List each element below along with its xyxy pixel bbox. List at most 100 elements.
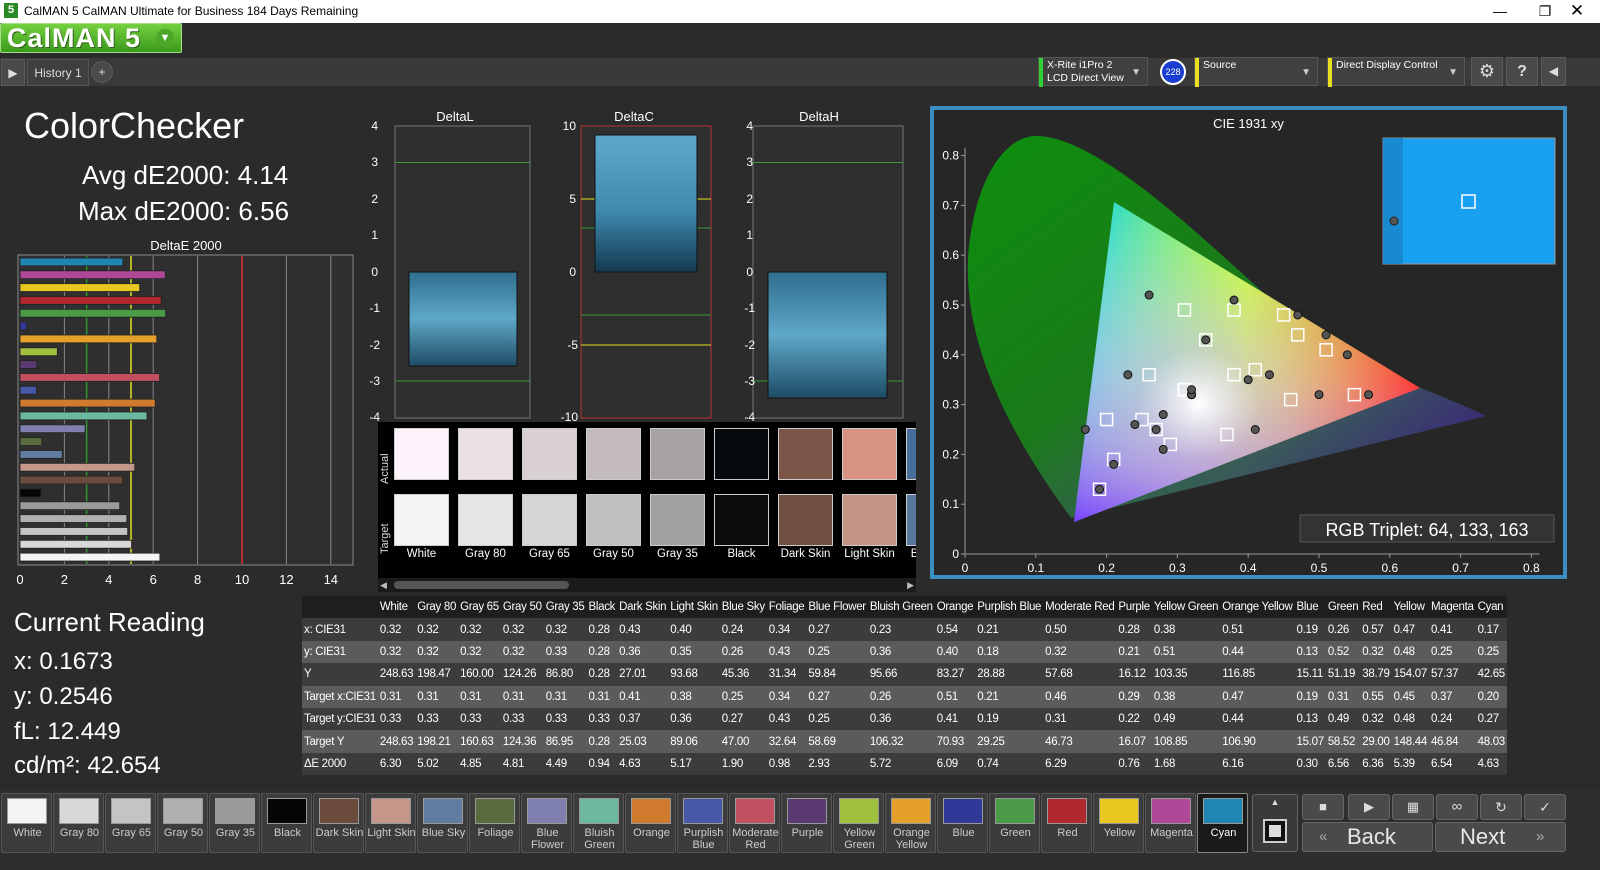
table-cell: 15.11 [1294,663,1326,686]
table-cell: 45.36 [719,663,767,686]
tick-label: 0 [746,265,753,279]
patch-scrollbar[interactable]: ◀ ▶ [378,578,916,592]
display-selector[interactable]: Direct Display Control ▼ [1327,57,1465,87]
chevron-down-icon: ▼ [1448,67,1458,78]
table-cell: 51.19 [1325,663,1361,686]
swatch-color [371,798,411,824]
swatch-blue-flower[interactable]: Blue Flower [521,793,572,853]
swatch-yellow-green[interactable]: Yellow Green [833,793,884,853]
loop-icon[interactable]: ∞ [1436,794,1478,820]
swatch-gray-65[interactable]: Gray 65 [105,793,156,853]
add-tab-icon[interactable]: + [91,61,113,83]
table-cell: 0.40 [668,618,720,641]
cie-chart-panel: CIE 1931 xy 0 0.1 0.2 0.3 0.4 0.5 0.6 0.7 0.8 0.8… [930,106,1567,579]
swatch-white[interactable]: White [1,793,52,853]
deltae-bar [19,257,124,267]
swatch-label: Cyan [1210,827,1237,839]
swatch-gray-35[interactable]: Gray 35 [209,793,260,853]
grid-icon[interactable]: ▦ [1392,794,1434,820]
help-icon[interactable]: ? [1506,57,1538,86]
next-button[interactable]: Next » [1435,822,1566,852]
close-button[interactable]: ✕ [1554,0,1600,23]
swatch-label: Green [1000,827,1031,839]
swatch-color [683,798,723,824]
table-cell: 0.55 [1360,685,1392,708]
tab-history-1[interactable]: History 1 [27,59,89,86]
swatch-dark-skin[interactable]: Dark Skin [313,793,364,853]
swatch-blue-sky[interactable]: Blue Sky [417,793,468,853]
meter-selector[interactable]: X-Rite i1Pro 2 LCD Direct View ▼ [1038,57,1148,87]
scroll-thumb[interactable] [394,581,569,589]
table-cell: 0.38 [1151,685,1221,708]
tick-label: 1 [371,228,378,242]
cie-y-tick: 0.3 [942,398,959,412]
deltae-bar [19,347,58,357]
table-header: Red [1360,596,1392,619]
swatch-gray-50[interactable]: Gray 50 [157,793,208,853]
swatch-label: Magenta [1150,827,1193,839]
back-button[interactable]: « Back [1302,822,1433,852]
table-cell: 0.43 [766,640,807,664]
cie-y-tick: 0.1 [942,497,959,511]
chevron-down-icon: ▼ [1131,67,1141,78]
swatch-orange-yellow[interactable]: Orange Yellow [885,793,936,853]
tick-label: -2 [369,338,380,352]
actual-marker [1314,390,1324,400]
swatch-blue[interactable]: Blue [937,793,988,853]
deltae-bar [19,411,148,421]
reading-x: x: 0.1673 [14,648,113,675]
calman-menu-button[interactable]: CalMAN 5 ▼ [0,23,182,53]
table-cell: 0.28 [586,663,618,686]
gear-icon[interactable]: ⚙ [1471,57,1503,86]
check-icon[interactable]: ✓ [1524,794,1566,820]
refresh-icon[interactable]: ↻ [1480,794,1522,820]
swatch-black[interactable]: Black [261,793,312,853]
swatch-color [995,798,1035,824]
patch-label: Blue Sky [910,548,916,560]
table-cell: 0.23 [867,618,935,641]
swatch-moderate-red[interactable]: Moderate Red [729,793,780,853]
cie-chart: 0 0.1 0.2 0.3 0.4 0.5 0.6 0.7 0.8 0.8 0.7 0.6 0.5 0.4… [942,135,1556,575]
play-icon[interactable]: ▶ [1,59,25,86]
deltae-bar [19,488,42,498]
source-selector[interactable]: Source ▼ [1194,57,1318,87]
swatch-label: Orange Yellow [893,827,930,851]
table-cell: 0.38 [668,685,720,708]
swatch-orange[interactable]: Orange [625,793,676,853]
meter-badge[interactable]: 228 [1160,59,1186,85]
chevron-down-icon: ▼ [156,29,174,47]
display-label: Direct Display Control [1336,59,1438,71]
play-icon[interactable]: ▶ [1348,794,1390,820]
stop-icon[interactable]: ■ [1302,794,1344,820]
swatch-red[interactable]: Red [1041,793,1092,853]
collapse-panel-icon[interactable]: ◀ [1541,57,1566,86]
swatch-gray-80[interactable]: Gray 80 [53,793,104,853]
table-cell: 0.32 [1360,640,1392,664]
table-cell: 0.32 [377,618,416,641]
swatch-color [787,798,827,824]
swatch-light-skin[interactable]: Light Skin [365,793,416,853]
table-cell: 0.47 [1220,685,1295,708]
swatch-label: White [13,827,42,839]
actual-marker [1250,425,1260,434]
swatch-foliage[interactable]: Foliage [469,793,520,853]
swatch-magenta[interactable]: Magenta [1145,793,1196,853]
table-cell: 0.21 [975,618,1044,641]
swatch-yellow[interactable]: Yellow [1093,793,1144,853]
swatch-cyan[interactable]: Cyan [1197,793,1248,853]
tick-label: 4 [371,119,378,133]
table-cell: 0.28 [1116,618,1152,641]
swatch-purple[interactable]: Purple [781,793,832,853]
actual-patch [778,428,833,480]
swatch-green[interactable]: Green [989,793,1040,853]
table-cell: 0.49 [1325,707,1361,731]
table-cell: 6.54 [1428,752,1476,776]
stop-record-icon[interactable] [1263,819,1287,843]
scroll-left-icon[interactable]: ◀ [380,580,387,591]
scroll-right-icon[interactable]: ▶ [907,580,914,591]
swatch-bluish-green[interactable]: Bluish Green [573,793,624,853]
chevron-up-icon[interactable]: ▲ [1257,797,1293,809]
swatch-purplish-blue[interactable]: Purplish Blue [677,793,728,853]
table-cell: 0.43 [617,618,669,641]
minimize-button[interactable]: — [1477,0,1523,23]
